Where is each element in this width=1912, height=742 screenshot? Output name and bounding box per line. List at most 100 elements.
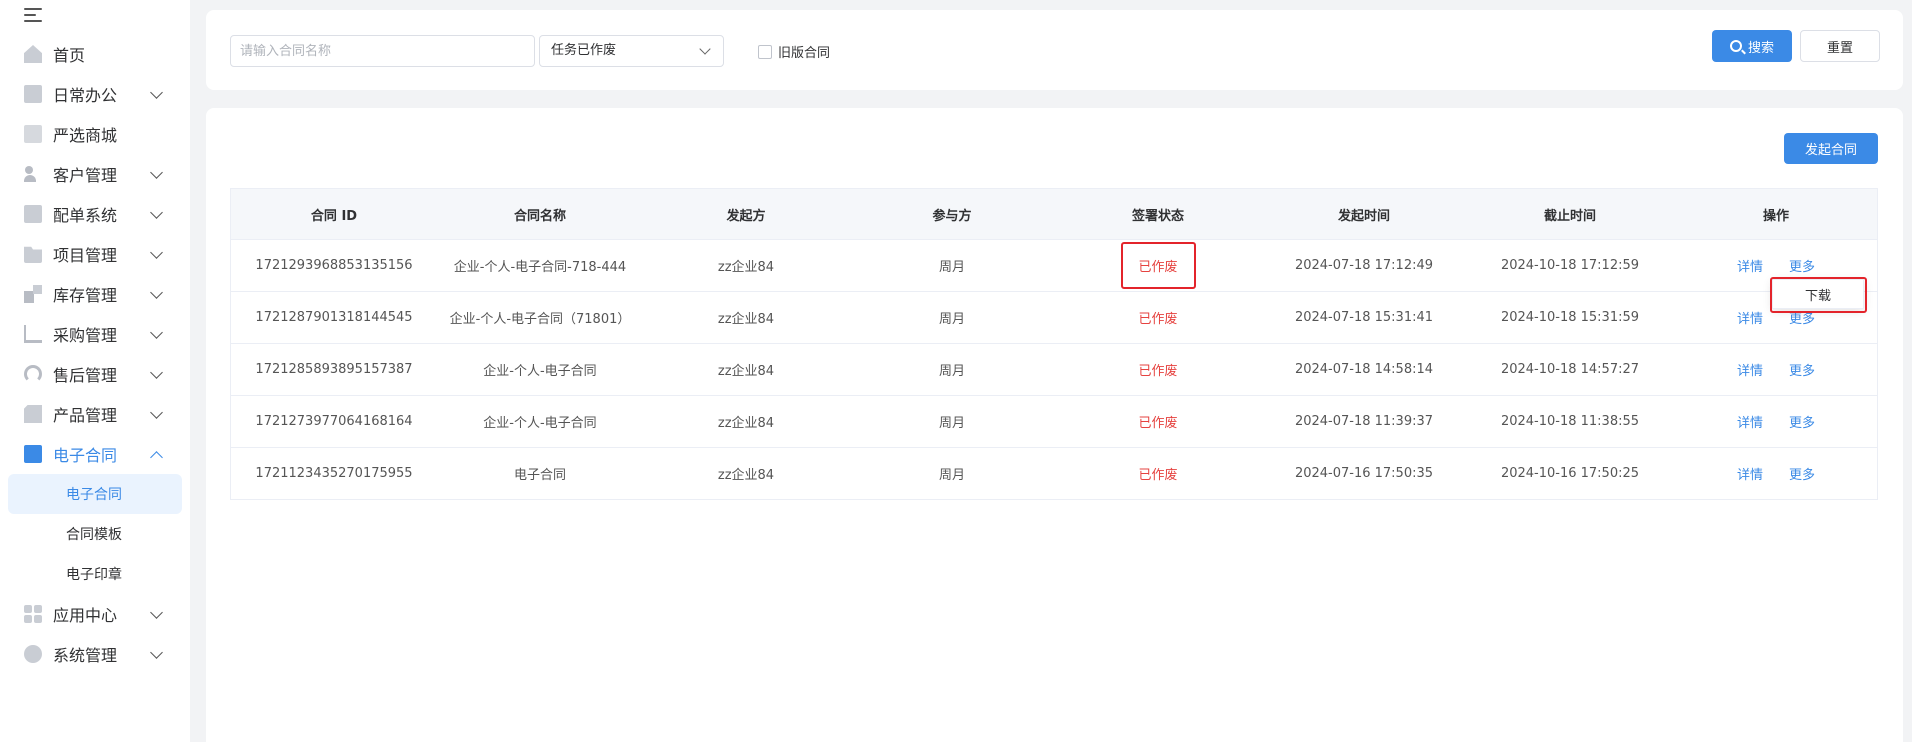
sidebar-item-12[interactable]: 系统管理 <box>0 634 190 674</box>
sidebar-item-label: 库存管理 <box>53 286 118 305</box>
headset-icon <box>24 365 42 383</box>
deadline-cell: 2024-10-18 17:12:59 <box>1500 258 1640 273</box>
table-row: 1721293968853135156 企业-个人-电子合同-718-444 zz企… <box>231 239 1877 291</box>
sidebar-item-label: 售后管理 <box>53 366 118 385</box>
column-header: 合同 ID <box>310 208 358 224</box>
contract-list-panel: 发起合同 合同 ID 合同名称 发起方 参与方 签署状态 发起时间 截止时间 操作 17212… <box>206 108 1903 742</box>
new-contract-button[interactable]: 发起合同 <box>1784 133 1878 164</box>
contract-name-cell: 企业-个人-电子合同（71801） <box>449 312 631 327</box>
initiator-cell: zz企业84 <box>717 312 775 327</box>
home-icon <box>24 45 42 63</box>
contract-table: 合同 ID 合同名称 发起方 参与方 签署状态 发起时间 截止时间 操作 1721293968… <box>230 188 1878 500</box>
search-panel: 任务已作废 旧版合同 搜索 重置 <box>206 10 1903 90</box>
shop-icon <box>24 125 42 143</box>
sidebar-item-1[interactable]: 日常办公 <box>0 74 190 114</box>
status-select[interactable]: 任务已作废 <box>539 35 724 67</box>
deadline-cell: 2024-10-18 11:38:55 <box>1500 414 1640 429</box>
contract-name-input[interactable] <box>230 35 535 67</box>
menu-collapse-icon[interactable] <box>24 6 46 24</box>
more-link[interactable]: 更多 <box>1789 308 1815 327</box>
sidebar-item-3[interactable]: 客户管理 <box>0 154 190 194</box>
deadline-cell: 2024-10-18 15:31:59 <box>1500 310 1640 325</box>
sidebar-subitem-1[interactable]: 合同模板 <box>0 514 190 554</box>
sidebar-item-5[interactable]: 项目管理 <box>0 234 190 274</box>
old-contract-checkbox[interactable]: 旧版合同 <box>758 42 830 61</box>
sidebar-item-label: 严选商城 <box>53 126 118 145</box>
sidebar-item-label: 系统管理 <box>53 646 118 665</box>
more-link[interactable]: 更多 <box>1789 360 1815 379</box>
contract-name-cell: 电子合同 <box>513 468 566 483</box>
status-select-value: 任务已作废 <box>551 43 617 58</box>
column-header: 操作 <box>1762 208 1789 224</box>
initiator-cell: zz企业84 <box>717 260 775 275</box>
download-menu-item[interactable]: 下载 <box>1805 285 1831 304</box>
sidebar-item-0[interactable]: 首页 <box>0 34 190 74</box>
more-link[interactable]: 更多 <box>1789 464 1815 483</box>
chevron-down-icon <box>150 406 163 419</box>
sidebar-item-label: 日常办公 <box>53 86 118 105</box>
column-header: 合同名称 <box>513 208 566 224</box>
settings-icon <box>24 645 42 663</box>
table-row: 1721285893895157387 企业-个人-电子合同 zz企业84 周月 已作废… <box>231 343 1877 395</box>
sidebar-item-label: 电子合同 <box>53 446 118 465</box>
checkbox-box[interactable] <box>758 44 772 59</box>
participant-cell: 周月 <box>938 364 965 379</box>
start-time-cell: 2024-07-18 11:39:37 <box>1294 414 1434 429</box>
chevron-up-icon <box>150 451 163 464</box>
column-header: 发起时间 <box>1337 208 1390 224</box>
more-dropdown-menu[interactable]: 下载 <box>1772 279 1864 309</box>
document-icon <box>24 205 42 223</box>
status-cell: 已作废 <box>1138 468 1178 483</box>
actions-cell: 详情 更多 <box>1673 344 1879 395</box>
detail-link[interactable]: 详情 <box>1737 464 1763 483</box>
sidebar-item-2[interactable]: 严选商城 <box>0 114 190 154</box>
table-row: 1721123435270175955 电子合同 zz企业84 周月 已作废 2024-0… <box>231 447 1877 499</box>
detail-link[interactable]: 详情 <box>1737 360 1763 379</box>
detail-link[interactable]: 详情 <box>1737 308 1763 327</box>
sidebar-item-11[interactable]: 应用中心 <box>0 594 190 634</box>
search-button[interactable]: 搜索 <box>1712 30 1792 62</box>
sidebar-item-10[interactable]: 电子合同 <box>0 434 190 474</box>
column-header: 截止时间 <box>1543 208 1596 224</box>
reset-button-label: 重置 <box>1826 40 1853 56</box>
more-link[interactable]: 更多 <box>1789 412 1815 431</box>
chevron-down-icon <box>150 606 163 619</box>
contract-icon <box>24 445 42 463</box>
table-row: 1721287901318144545 企业-个人-电子合同（71801） zz企业… <box>231 291 1877 343</box>
contract-name-cell: 企业-个人-电子合同 <box>483 364 597 379</box>
actions-cell: 详情 更多 <box>1673 396 1879 447</box>
initiator-cell: zz企业84 <box>717 416 775 431</box>
actions-cell: 详情 更多 <box>1673 448 1879 499</box>
chevron-down-icon <box>150 366 163 379</box>
sidebar-item-6[interactable]: 库存管理 <box>0 274 190 314</box>
product-icon <box>24 405 42 423</box>
deadline-cell: 2024-10-18 14:57:27 <box>1500 362 1640 377</box>
start-time-cell: 2024-07-16 17:50:35 <box>1294 466 1434 481</box>
contract-id-cell: 1721293968853135156 <box>255 258 413 273</box>
sidebar-subitem-0[interactable]: 电子合同 <box>8 474 182 514</box>
column-header: 参与方 <box>932 208 972 224</box>
detail-link[interactable]: 详情 <box>1737 412 1763 431</box>
new-contract-button-label: 发起合同 <box>1804 143 1857 158</box>
more-link[interactable]: 更多 <box>1789 256 1815 275</box>
contract-id-cell: 1721287901318144545 <box>255 310 413 325</box>
sidebar-item-label: 首页 <box>53 46 86 65</box>
reset-button[interactable]: 重置 <box>1800 30 1880 62</box>
contract-id-cell: 1721285893895157387 <box>255 362 413 377</box>
sidebar-item-4[interactable]: 配单系统 <box>0 194 190 234</box>
status-cell: 已作废 <box>1138 364 1178 379</box>
sidebar-item-8[interactable]: 售后管理 <box>0 354 190 394</box>
contract-id-cell: 1721273977064168164 <box>255 414 413 429</box>
contract-id-cell: 1721123435270175955 <box>255 466 413 481</box>
sidebar-item-7[interactable]: 采购管理 <box>0 314 190 354</box>
sidebar-subitem-2[interactable]: 电子印章 <box>0 554 190 594</box>
initiator-cell: zz企业84 <box>717 468 775 483</box>
chevron-down-icon <box>150 326 163 339</box>
app-grid-icon <box>24 605 42 623</box>
chevron-down-icon <box>150 206 163 219</box>
table-header: 合同 ID 合同名称 发起方 参与方 签署状态 发起时间 截止时间 操作 <box>231 189 1877 239</box>
chevron-down-icon <box>150 166 163 179</box>
sidebar-item-9[interactable]: 产品管理 <box>0 394 190 434</box>
detail-link[interactable]: 详情 <box>1737 256 1763 275</box>
status-cell: 已作废 <box>1138 416 1178 431</box>
